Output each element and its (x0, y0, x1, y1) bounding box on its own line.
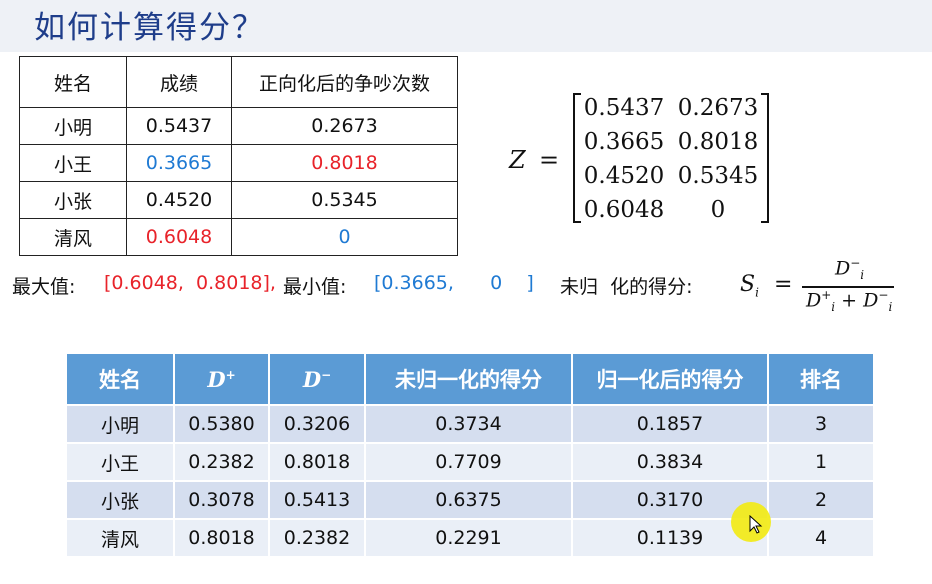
cell-name: 清风 (67, 519, 175, 558)
cell-d-minus: 0.5413 (269, 481, 366, 520)
cell-rank: 4 (768, 519, 875, 558)
matrix-cell: 0.4520 (583, 163, 665, 189)
matrix-row: 0.4520 0.5345 (573, 163, 769, 195)
header-fights: 正向化后的争吵次数 (231, 56, 458, 108)
min-value: [0.3665, 0 ] (374, 272, 534, 294)
cell-d-plus: 0.5380 (174, 405, 270, 444)
header-score: 成绩 (126, 56, 232, 108)
formula-numerator: D−i (835, 256, 865, 283)
matrix-cell: 0.2673 (677, 95, 759, 121)
header-d-plus: D+ (174, 354, 270, 406)
table-row: 清风 0.6048 0 (19, 218, 458, 256)
table-row: 小明 0.5380 0.3206 0.3734 0.1857 3 (67, 405, 875, 444)
header-rank: 排名 (768, 354, 875, 406)
cell-d-minus: 0.8018 (269, 443, 366, 482)
cell-fights-min: 0 (231, 218, 458, 256)
matrix-cell: 0.5437 (583, 95, 665, 121)
cell-score: 0.5437 (126, 107, 232, 145)
matrix-row: 0.3665 0.8018 (573, 129, 769, 161)
cell-d-minus: 0.2382 (269, 519, 366, 558)
cell-score-max: 0.6048 (126, 218, 232, 256)
cell-rank: 2 (768, 481, 875, 520)
header-d-minus: D− (269, 354, 366, 406)
source-table: 姓名 成绩 正向化后的争吵次数 小明 0.5437 0.2673 小王 0.36… (19, 56, 458, 256)
matrix-cell: 0.3665 (583, 129, 665, 155)
table-row: 小明 0.5437 0.2673 (19, 107, 458, 145)
table-row: 小王 0.2382 0.8018 0.7709 0.3834 1 (67, 443, 875, 482)
cell-d-plus: 0.2382 (174, 443, 270, 482)
cell-d-minus: 0.3206 (269, 405, 366, 444)
max-value: [0.6048, 0.8018], (104, 272, 276, 294)
cell-score: 0.4520 (126, 181, 232, 219)
cell-name: 小明 (19, 107, 127, 145)
matrix-row: 0.6048 0 (573, 197, 769, 229)
table-header-row: 姓名 D+ D− 未归一化的得分 归一化后的得分 排名 (67, 354, 875, 406)
table-header-row: 姓名 成绩 正向化后的争吵次数 (19, 56, 458, 108)
cell-score-min: 0.3665 (126, 144, 232, 182)
title-bar: 如何计算得分？ (0, 0, 932, 52)
mouse-pointer-icon (749, 515, 763, 534)
header-name: 姓名 (19, 56, 127, 108)
cell-name: 小明 (67, 405, 175, 444)
matrix-row: 0.5437 0.2673 (573, 95, 769, 127)
cell-rank: 3 (768, 405, 875, 444)
cell-name: 小张 (19, 181, 127, 219)
cell-fights-max: 0.8018 (231, 144, 458, 182)
cell-normalized: 0.3834 (572, 443, 769, 482)
formula-lhs: Si (740, 272, 759, 300)
cell-unnormalized: 0.3734 (365, 405, 573, 444)
matrix-cell: 0.6048 (583, 197, 665, 223)
cell-d-plus: 0.8018 (174, 519, 270, 558)
matrix-label: Z (509, 146, 526, 174)
table-row: 小张 0.4520 0.5345 (19, 181, 458, 219)
cell-unnormalized: 0.2291 (365, 519, 573, 558)
header-name: 姓名 (67, 354, 175, 406)
matrix-cell: 0.5345 (677, 163, 759, 189)
cell-unnormalized: 0.6375 (365, 481, 573, 520)
min-label: 最小值: (283, 276, 347, 298)
formula-denominator: D+i + D−i (806, 288, 893, 315)
matrix-cell: 0.8018 (677, 129, 759, 155)
header-unnormalized: 未归一化的得分 (365, 354, 573, 406)
matrix-cell: 0 (710, 197, 726, 223)
cell-fights: 0.2673 (231, 107, 458, 145)
cell-name: 清风 (19, 218, 127, 256)
cell-name: 小王 (19, 144, 127, 182)
cell-normalized: 0.1857 (572, 405, 769, 444)
slide-title: 如何计算得分？ (34, 10, 265, 46)
cell-unnormalized: 0.7709 (365, 443, 573, 482)
header-normalized: 归一化后的得分 (572, 354, 769, 406)
max-label: 最大值: (12, 276, 76, 298)
cell-rank: 1 (768, 443, 875, 482)
matrix-z: 0.5437 0.2673 0.3665 0.8018 0.4520 0.534… (573, 93, 769, 223)
cell-name: 小王 (67, 443, 175, 482)
unnormalized-score-label: 未归 化的得分: (560, 276, 693, 298)
cell-name: 小张 (67, 481, 175, 520)
matrix-equals: = (539, 146, 560, 174)
cell-d-plus: 0.3078 (174, 481, 270, 520)
table-row: 小王 0.3665 0.8018 (19, 144, 458, 182)
formula-equals: = (774, 272, 793, 297)
cell-fights: 0.5345 (231, 181, 458, 219)
